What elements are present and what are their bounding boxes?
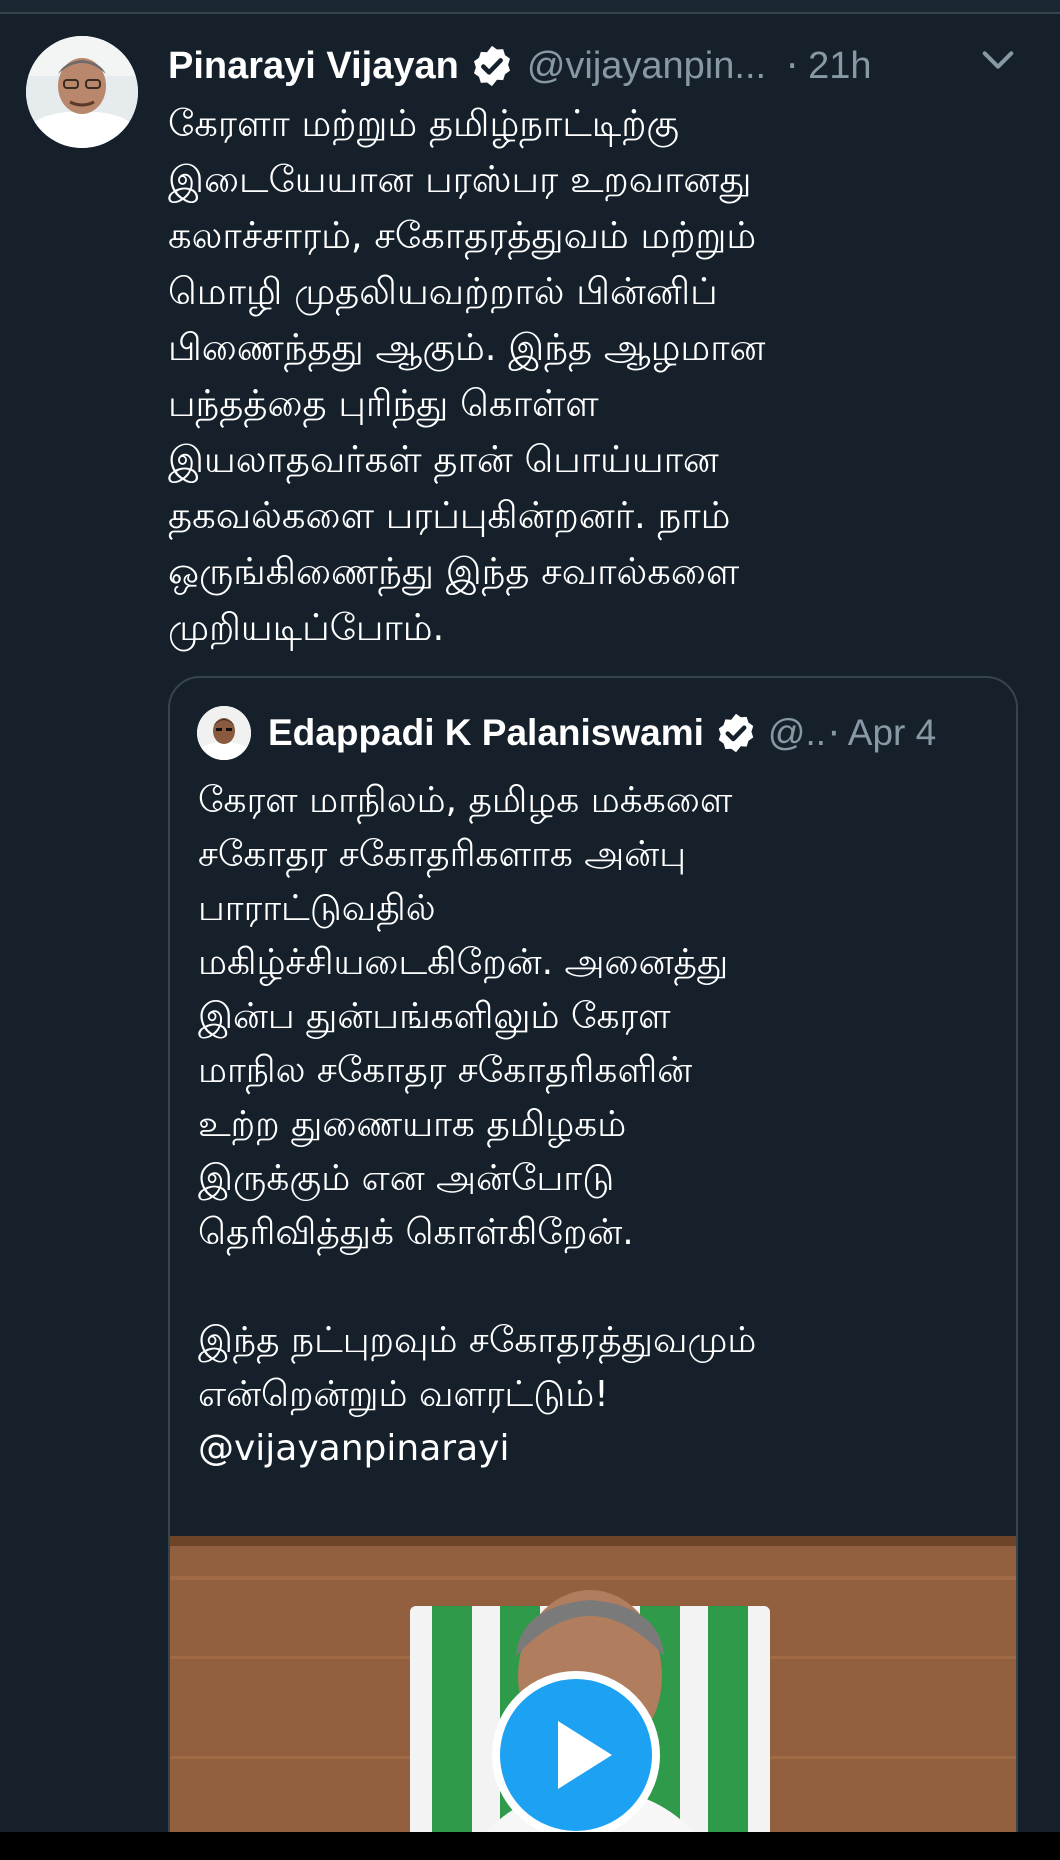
quoted-author-avatar[interactable] (197, 706, 251, 760)
author-name[interactable]: Pinarayi Vijayan (168, 45, 459, 88)
chevron-down-icon[interactable] (978, 40, 1018, 80)
verified-badge-icon (469, 43, 515, 89)
separator-dot: · (828, 711, 840, 755)
verified-badge-icon (714, 711, 758, 755)
quoted-tweet-card[interactable]: Edappadi K Palaniswami @.. · Apr 4 கேரள … (168, 676, 1018, 1860)
author-handle[interactable]: @vijayanpin... (527, 45, 766, 88)
quoted-author-name[interactable]: Edappadi K Palaniswami (268, 712, 704, 754)
tweet-header: Pinarayi Vijayan @vijayanpin... · 21h (168, 36, 1038, 96)
tweet-body-text: கேரளா மற்றும் தமிழ்நாட்டிற்கு இடையேயான ப… (168, 102, 766, 649)
play-icon (558, 1721, 612, 1789)
quoted-tweet-body: கேரள மாநிலம், தமிழக மக்களை சகோதர சகோதரிக… (198, 774, 998, 1476)
tweet-timestamp[interactable]: 21h (808, 45, 871, 88)
quoted-author-handle[interactable]: @.. (768, 712, 826, 754)
author-avatar[interactable] (26, 36, 138, 148)
quoted-tweet-header: Edappadi K Palaniswami @.. · Apr 4 (268, 704, 1008, 762)
quoted-tweet-text: கேரள மாநிலம், தமிழக மக்களை சகோதர சகோதரிக… (198, 780, 757, 1415)
tweet-screen: Pinarayi Vijayan @vijayanpin... · 21h கே… (0, 0, 1060, 1860)
mention-link[interactable]: @vijayanpinarayi (198, 1428, 509, 1469)
play-button[interactable] (492, 1671, 660, 1839)
top-divider (0, 0, 1060, 14)
separator-dot: · (786, 44, 799, 88)
system-navigation-bar (0, 1832, 1060, 1860)
quoted-tweet-timestamp[interactable]: Apr 4 (848, 712, 936, 754)
video-thumbnail[interactable] (170, 1536, 1016, 1860)
